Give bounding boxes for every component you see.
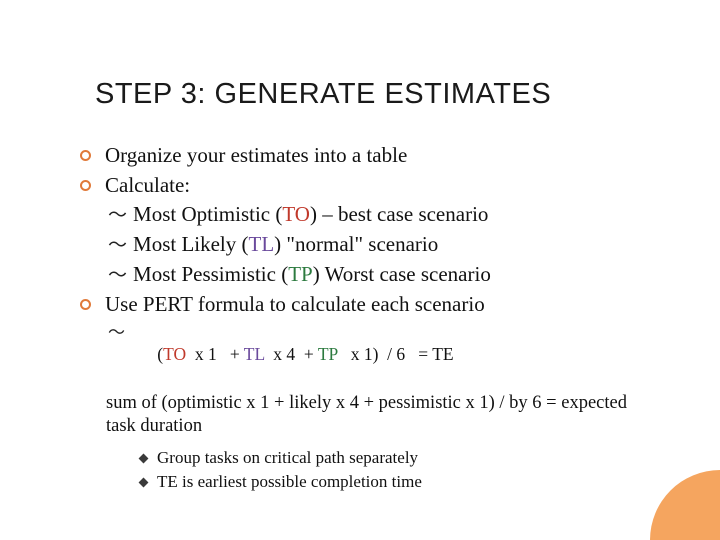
item-text: Calculate: [105, 172, 660, 200]
item-text: Organize your estimates into a table [105, 142, 660, 170]
list-item: TE is earliest possible completion time [140, 471, 660, 493]
corner-decoration-icon [650, 470, 720, 540]
summary-text: sum of (optimistic x 1 + likely x 4 + pe… [106, 392, 660, 439]
item-text: Most Pessimistic (TP) Worst case scenari… [133, 261, 660, 289]
list-item: ～ Most Optimistic (TO) – best case scena… [108, 201, 660, 229]
wave-bullet-icon: ～ [108, 263, 127, 288]
diamond-bullet-icon [139, 453, 149, 463]
item-text: Most Optimistic (TO) – best case scenari… [133, 201, 660, 229]
wave-bullet-icon: ～ [108, 322, 125, 344]
item-text: TE is earliest possible completion time [157, 471, 660, 493]
item-text: Use PERT formula to calculate each scena… [105, 291, 660, 319]
item-text: Group tasks on critical path separately [157, 447, 660, 469]
list-item: ～ Most Pessimistic (TP) Worst case scena… [108, 261, 660, 289]
circle-bullet-icon [80, 299, 91, 310]
slide-title: STEP 3: GENERATE ESTIMATES [95, 78, 551, 111]
formula-text: (TO x 1 + TL x 4 + TP x 1) / 6 = TE [131, 320, 660, 389]
list-item: ～ (TO x 1 + TL x 4 + TP x 1) / 6 = TE [108, 320, 660, 389]
code-tl: TL [244, 344, 265, 364]
wave-bullet-icon: ～ [108, 203, 127, 228]
list-item: Organize your estimates into a table [80, 142, 660, 170]
item-text: Most Likely (TL) "normal" scenario [133, 231, 660, 259]
code-tp: TP [288, 262, 313, 286]
list-item: Group tasks on critical path separately [140, 447, 660, 469]
list-item: Use PERT formula to calculate each scena… [80, 291, 660, 319]
code-to: TO [163, 344, 186, 364]
code-tp: TP [318, 344, 338, 364]
code-to: TO [282, 202, 310, 226]
slide-body: Organize your estimates into a table Cal… [80, 142, 660, 496]
list-item: ～ Most Likely (TL) "normal" scenario [108, 231, 660, 259]
wave-bullet-icon: ～ [108, 233, 127, 258]
code-tl: TL [249, 232, 275, 256]
diamond-bullet-icon [139, 478, 149, 488]
circle-bullet-icon [80, 180, 91, 191]
list-item: Calculate: [80, 172, 660, 200]
circle-bullet-icon [80, 150, 91, 161]
